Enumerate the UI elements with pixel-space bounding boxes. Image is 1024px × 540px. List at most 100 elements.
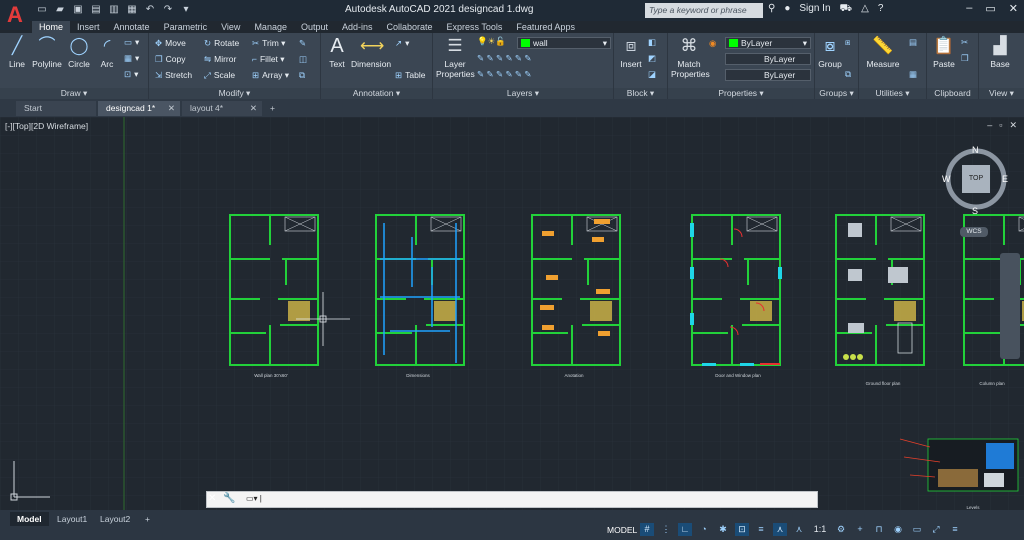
polar-icon[interactable]: ◔ <box>697 523 711 536</box>
close-command-icon[interactable]: ✕ <box>208 493 216 504</box>
close-tab-icon[interactable]: ✕ <box>250 101 257 116</box>
compass-south[interactable]: S <box>972 206 978 216</box>
user-icon[interactable]: ● <box>784 3 790 16</box>
ribbon-tab-manage[interactable]: Manage <box>247 21 294 33</box>
leader-tool[interactable]: ↗ ▾ <box>395 38 409 49</box>
layout-tab-model[interactable]: Model <box>10 512 49 526</box>
ribbon-tab-insert[interactable]: Insert <box>70 21 107 33</box>
file-tab-start[interactable]: Start <box>16 101 96 116</box>
ribbon-tab-home[interactable]: Home <box>32 21 71 33</box>
object-snap-icon[interactable]: ⊡ <box>735 523 749 536</box>
customize-qat-icon[interactable]: ▾ <box>179 3 193 17</box>
open-file-icon[interactable]: ▰ <box>53 3 67 17</box>
ungroup-icon[interactable]: ⧆ <box>845 37 853 48</box>
search-icon[interactable]: ⚲ <box>768 3 775 16</box>
isodraft-icon[interactable]: ✱ <box>716 523 730 536</box>
rectangle-tool[interactable]: ▭ ▾ <box>124 37 139 48</box>
block-attribute-icon[interactable]: ◪ <box>648 69 659 80</box>
undo-icon[interactable]: ↶ <box>143 3 157 17</box>
view-panel-title[interactable]: View ▾ <box>979 88 1024 99</box>
layout-tab-layout1[interactable]: Layout1 <box>50 512 94 526</box>
circle-tool[interactable]: ◯ Circle <box>66 35 92 69</box>
plus-icon[interactable]: + <box>853 523 867 536</box>
create-block-icon[interactable]: ◧ <box>648 37 659 48</box>
file-tab-layout4[interactable]: layout 4* ✕ <box>182 101 262 116</box>
command-prompt[interactable]: ▭▾ | <box>246 494 262 503</box>
customize-command-icon[interactable]: 🔧 <box>223 493 235 504</box>
workspace-gear-icon[interactable]: ⚙ <box>834 523 848 536</box>
viewcube-top-face[interactable]: TOP <box>962 175 990 182</box>
boundary-tool[interactable]: ⊡ ▾ <box>124 69 138 80</box>
cart-icon[interactable]: ⛟ <box>840 3 853 16</box>
arc-tool[interactable]: ◜ Arc <box>95 35 119 69</box>
save-icon[interactable]: ▣ <box>71 3 85 17</box>
copy-clip-icon[interactable]: ❐ <box>961 53 972 64</box>
properties-panel-title[interactable]: Properties ▾ <box>668 88 814 99</box>
file-tab-designcad[interactable]: designcad 1* ✕ <box>98 101 180 116</box>
match-properties-tool[interactable]: ⌘ Match Properties <box>671 35 710 79</box>
scale-button[interactable]: ⤢ Scale <box>204 70 235 81</box>
print-icon[interactable]: ▦ <box>125 3 139 17</box>
color-dropdown[interactable]: ByLayer ▾ <box>725 37 811 49</box>
annotation-visibility-icon[interactable]: ⋏ <box>773 523 787 536</box>
base-tool[interactable]: ▟ Base <box>983 35 1017 69</box>
line-tool[interactable]: ╱ Line <box>6 35 28 69</box>
layer-tools-row2[interactable]: ✎ ✎ ✎ ✎ ✎ ✎ <box>477 69 532 80</box>
ribbon-tab-annotate[interactable]: Annotate <box>107 21 157 33</box>
viewport-minimize-icon[interactable]: – <box>987 120 992 131</box>
units-icon[interactable]: ⊓ <box>872 523 886 536</box>
maximize-button[interactable]: ▭ <box>985 2 995 15</box>
ortho-icon[interactable]: ∟ <box>678 523 692 536</box>
cut-icon[interactable]: ✂ <box>961 37 971 48</box>
linetype-dropdown[interactable]: ByLayer <box>725 53 811 65</box>
ribbon-tab-parametric[interactable]: Parametric <box>157 21 215 33</box>
viewport-label[interactable]: [-][Top][2D Wireframe] <box>5 121 88 131</box>
save-as-icon[interactable]: ▤ <box>89 3 103 17</box>
ribbon-tab-add-ins[interactable]: Add-ins <box>335 21 380 33</box>
close-tab-icon[interactable]: ✕ <box>168 101 175 116</box>
isolate-objects-icon[interactable]: ◉ <box>891 523 905 536</box>
grid-icon[interactable]: # <box>640 523 654 536</box>
fillet-button[interactable]: ⌐ Fillet ▾ <box>252 54 285 65</box>
snap-icon[interactable]: ⋮ <box>659 523 673 536</box>
a360-icon[interactable]: △ <box>861 3 869 16</box>
hardware-accel-icon[interactable]: ▭ <box>910 523 924 536</box>
wcs-menu[interactable]: WCS <box>960 227 988 237</box>
ribbon-tab-featured-apps[interactable]: Featured Apps <box>509 21 582 33</box>
mirror-button[interactable]: ⇋ Mirror <box>204 54 236 65</box>
modify-panel-title[interactable]: Modify ▾ <box>149 88 320 99</box>
block-panel-title[interactable]: Block ▾ <box>614 88 667 99</box>
array-button[interactable]: ⊞ Array ▾ <box>252 70 289 81</box>
edit-block-icon[interactable]: ◩ <box>648 53 659 64</box>
help-icon[interactable]: ? <box>878 3 884 16</box>
rotate-button[interactable]: ↻ Rotate <box>204 38 239 49</box>
customize-status-icon[interactable]: ≡ <box>948 523 962 536</box>
groups-panel-title[interactable]: Groups ▾ <box>815 88 858 99</box>
model-space-button[interactable]: MODEL <box>607 525 637 535</box>
annotation-scale[interactable]: 1:1 <box>811 523 829 536</box>
explode-button[interactable]: ◫ <box>299 54 310 65</box>
viewport-close-icon[interactable]: ✕ <box>1009 120 1017 131</box>
move-button[interactable]: ✥ Move <box>155 38 186 49</box>
layers-panel-title[interactable]: Layers ▾ <box>433 88 613 99</box>
search-input[interactable]: Type a keyword or phrase <box>645 3 763 18</box>
autocad-logo-icon[interactable]: A <box>0 0 30 30</box>
navigation-bar[interactable] <box>1000 253 1020 359</box>
annotation-panel-title[interactable]: Annotation ▾ <box>321 88 432 99</box>
text-tool[interactable]: A Text <box>326 35 348 69</box>
sign-in-link[interactable]: Sign In <box>799 3 830 16</box>
measure-tool[interactable]: 📏 Measure <box>865 35 901 69</box>
hatch-tool[interactable]: ▦ ▾ <box>124 53 139 64</box>
new-tab-button[interactable]: + <box>265 101 283 116</box>
layer-tools-row1[interactable]: ✎ ✎ ✎ ✎ ✎ ✎ <box>477 53 532 64</box>
calculator-icon[interactable]: ▦ <box>909 69 920 80</box>
insert-tool[interactable]: ⧈ Insert <box>618 35 644 69</box>
drawing-viewport[interactable]: [-][Top][2D Wireframe] – ▫ ✕ Wall plan 3… <box>0 117 1024 510</box>
quick-select-icon[interactable]: ▤ <box>909 37 920 48</box>
dimension-tool[interactable]: ⟷ Dimension <box>351 35 391 69</box>
group-tool[interactable]: ⧇ Group <box>817 35 843 69</box>
copy-button[interactable]: ❐ Copy <box>155 54 185 65</box>
layer-properties-tool[interactable]: ☰ Layer Properties <box>436 35 475 79</box>
color-wheel-icon[interactable]: ◉ <box>709 38 719 49</box>
clean-screen-icon[interactable]: ⤢ <box>929 523 943 536</box>
